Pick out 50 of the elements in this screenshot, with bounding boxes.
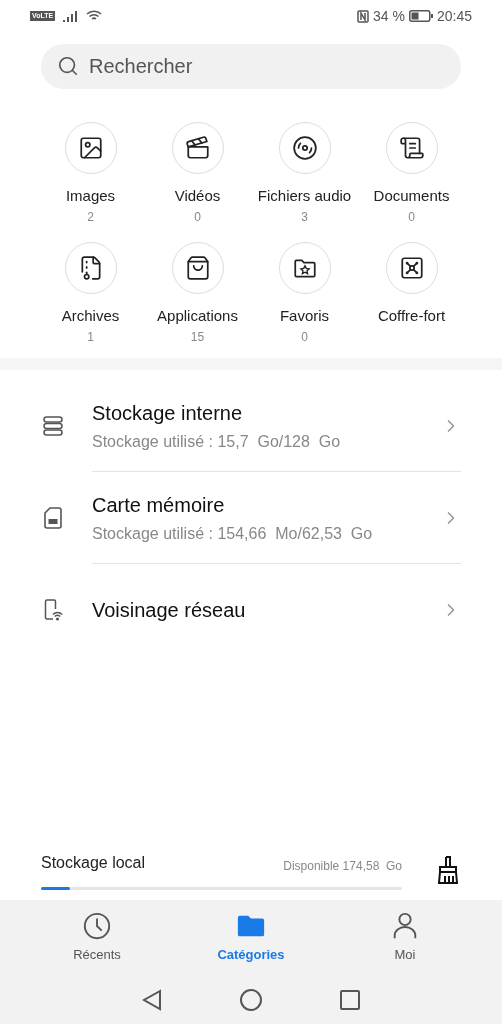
category-count: 0 bbox=[301, 328, 308, 346]
broom-icon bbox=[436, 856, 460, 884]
category-count: 15 bbox=[190, 328, 205, 346]
storage-row[interactable]: Stockage interne Stockage utilisé : 15,7 Go/128 Go bbox=[41, 380, 461, 472]
nav-tab[interactable]: Récents bbox=[47, 910, 147, 965]
disc-icon bbox=[291, 135, 318, 161]
clock-time: 20:45 bbox=[436, 6, 472, 26]
back-icon[interactable] bbox=[142, 988, 162, 1011]
scroll-icon bbox=[398, 135, 425, 161]
battery-icon bbox=[408, 10, 433, 22]
storage-row[interactable]: Carte mémoire Stockage utilisé : 154,66 Mo/62,53 Go bbox=[41, 472, 461, 564]
category-count: 0 bbox=[194, 208, 201, 226]
category-label: Documents bbox=[373, 186, 450, 206]
signal-icon bbox=[63, 10, 79, 22]
local-storage-title: Stockage local bbox=[41, 852, 146, 873]
wifi-icon bbox=[86, 10, 103, 22]
clean-button[interactable] bbox=[435, 856, 461, 884]
category-count: 0 bbox=[408, 208, 415, 226]
category-label: Coffre-fort bbox=[377, 306, 446, 326]
storage-row[interactable]: Voisinage réseau bbox=[41, 564, 461, 656]
home-icon[interactable] bbox=[240, 988, 262, 1011]
category-label: Applications bbox=[157, 306, 238, 326]
sd-card-icon bbox=[41, 506, 65, 530]
battery-percent: 34 % bbox=[373, 6, 405, 26]
category-label: Favoris bbox=[279, 306, 330, 326]
category-count: 2 bbox=[87, 208, 94, 226]
category-count: 3 bbox=[301, 208, 308, 226]
category-label: Vidéos bbox=[174, 186, 221, 206]
clapperboard-icon bbox=[184, 135, 211, 161]
category-label: Images bbox=[65, 186, 116, 206]
category-count: 1 bbox=[87, 328, 94, 346]
nav-tab[interactable]: Moi bbox=[355, 910, 455, 965]
available-space: Disponible 174,58 Go bbox=[283, 857, 402, 875]
storage-usage: Stockage utilisé : 154,66 Mo/62,53 Go bbox=[92, 523, 374, 544]
storage-title: Stockage interne bbox=[92, 400, 244, 426]
storage-usage: Stockage utilisé : 15,7 Go/128 Go bbox=[92, 431, 342, 452]
category-label: Fichiers audio bbox=[257, 186, 352, 206]
recents-icon[interactable] bbox=[340, 989, 360, 1010]
storage-title: Voisinage réseau bbox=[92, 598, 247, 623]
search-icon bbox=[57, 55, 79, 77]
bag-icon bbox=[184, 255, 211, 281]
clock-icon bbox=[82, 910, 112, 941]
storage-icon bbox=[41, 414, 65, 438]
category-label: Archives bbox=[61, 306, 120, 326]
storage-title: Carte mémoire bbox=[92, 492, 226, 518]
nav-tab[interactable]: Catégories bbox=[201, 910, 301, 965]
safe-icon bbox=[398, 255, 425, 281]
image-icon bbox=[77, 135, 104, 161]
search-field[interactable]: Rechercher bbox=[41, 44, 461, 89]
nfc-icon bbox=[357, 9, 370, 23]
